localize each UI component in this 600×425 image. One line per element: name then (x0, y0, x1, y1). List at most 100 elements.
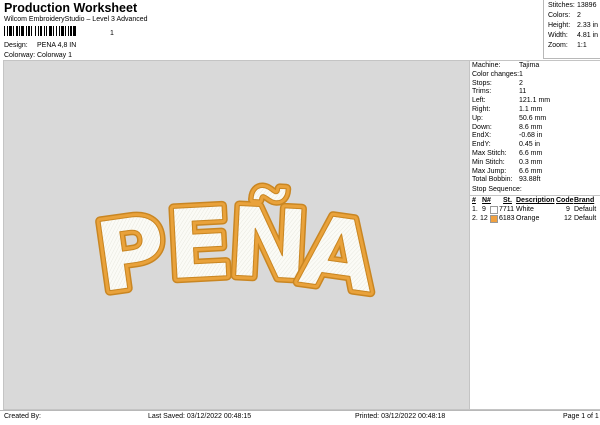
info-value: 6.6 mm (519, 167, 543, 175)
info-label: Total Bobbin: (472, 176, 513, 184)
width-value: 4.81 in (577, 32, 599, 39)
info-value: 1 (519, 70, 523, 78)
col-brand: Brand (574, 197, 595, 204)
footer: Created By: Last Saved: 03/12/2022 00:48… (0, 410, 600, 425)
col-st: St. (503, 197, 512, 204)
barcode-bar (31, 26, 32, 36)
info-value: 0.45 in (519, 141, 541, 149)
table-divider (470, 195, 600, 196)
row-1-description: White (516, 206, 534, 213)
info-label: Down: (472, 123, 492, 131)
info-value: 0.3 mm (519, 158, 543, 166)
barcode-caption: 1 (110, 30, 114, 37)
row-1-n: 9 (482, 206, 486, 213)
row-2-n: 12 (480, 215, 488, 222)
info-label: Color changes: (472, 70, 520, 78)
row-2-brand: Default (574, 215, 597, 222)
embroidery-design: PPPEEEÑÑÑAAA (84, 180, 388, 320)
barcode-bar (61, 26, 64, 36)
barcode-bar (7, 26, 8, 36)
row-2-code: 12 (564, 215, 572, 222)
barcode-bar (13, 26, 14, 36)
colorway-label: Colorway: (4, 52, 36, 59)
zoom-value: 1:1 (577, 42, 587, 49)
info-label: Right: (472, 106, 491, 113)
col-code: Code (556, 197, 574, 204)
barcode-bar (16, 26, 18, 36)
info-value: Tajima (519, 62, 540, 69)
info-value: 2 (519, 79, 523, 87)
row-2-description: Orange (516, 215, 540, 222)
info-panel: Machine: Tajima Color changes: 1 Stops: 2 Trim… (469, 60, 600, 410)
stitches-value: 13896 (577, 2, 597, 9)
printed-date: Printed: 03/12/2022 00:48:18 (355, 413, 446, 420)
width-label: Width: (548, 32, 568, 39)
design-value: PENA 4,8 IN (37, 42, 77, 49)
barcode: 1 (4, 26, 126, 39)
barcode-bar (73, 26, 76, 36)
row-2-stitches: 6183 (499, 215, 515, 222)
colors-value: 2 (577, 12, 581, 19)
info-label: Stops: (472, 79, 492, 87)
barcode-bar (44, 26, 45, 36)
col-num: # (472, 197, 476, 204)
barcode-bar (21, 26, 24, 36)
barcode-bar (40, 26, 42, 36)
software-name: Wilcom EmbroideryStudio – Level 3 Advanc… (4, 16, 148, 23)
col-description: Description (516, 197, 555, 204)
letter-fill: A (294, 194, 383, 315)
info-value: 50.6 mm (519, 114, 547, 122)
design-preview: PPPEEEÑÑÑAAA (3, 60, 470, 410)
row-1-color-swatch (490, 206, 498, 214)
row-2-color-swatch (490, 215, 498, 223)
barcode-bar (9, 26, 12, 36)
barcode-bar (38, 26, 39, 36)
info-label: Max Jump: (472, 167, 507, 175)
row-1-stitches: 7711 (499, 206, 515, 213)
info-label: EndX: (472, 132, 492, 140)
page-title: Production Worksheet (4, 1, 138, 15)
height-label: Height: (548, 22, 571, 29)
col-n: N# (482, 197, 491, 204)
info-value: 6.6 mm (519, 150, 543, 157)
row-1-brand: Default (574, 206, 597, 213)
barcode-bar (68, 26, 69, 36)
barcode-bar (59, 26, 60, 36)
barcode-bar (35, 26, 36, 36)
row-1-code: 9 (566, 206, 570, 213)
info-label: Trims: (472, 88, 492, 96)
barcode-bar (26, 26, 27, 36)
info-value: 8.6 mm (519, 123, 543, 131)
barcode-bar (4, 26, 5, 36)
barcode-bar (70, 26, 72, 36)
info-value: 93.88ft (519, 176, 541, 184)
info-label: Max Stitch: (472, 150, 507, 157)
row-2-num: 2. (472, 215, 478, 222)
info-value: 121.1 mm (519, 97, 551, 105)
barcode-bar (28, 26, 30, 36)
last-saved: Last Saved: 03/12/2022 00:48:15 (148, 413, 252, 420)
info-label: Min Stitch: (472, 158, 505, 166)
barcode-bar (56, 26, 57, 36)
info-label: Up: (472, 114, 483, 122)
created-by: Created By: (4, 413, 41, 420)
info-label: Machine: (472, 62, 501, 69)
zoom-label: Zoom: (548, 42, 568, 49)
colorway-value: Colorway 1 (37, 52, 73, 59)
design-label: Design: (4, 42, 28, 49)
info-label: Left: (472, 97, 486, 105)
barcode-bar (49, 26, 52, 36)
row-1-num: 1. (472, 206, 478, 213)
barcode-graphic (4, 26, 76, 36)
height-value: 2.33 in (577, 22, 599, 29)
stats-box: Stitches: 13896 Colors: 2 Height: 2.33 i… (543, 0, 600, 59)
barcode-bar (19, 26, 20, 36)
barcode-bar (53, 26, 54, 36)
info-value: -0.68 in (519, 132, 543, 140)
letter-fill: P (89, 194, 174, 315)
barcode-bar (46, 26, 47, 36)
info-value: 1.1 mm (519, 106, 543, 113)
stitches-label: Stitches: (548, 2, 575, 9)
page-number: Page 1 of 1 (563, 413, 599, 420)
info-value: 11 (519, 88, 527, 96)
